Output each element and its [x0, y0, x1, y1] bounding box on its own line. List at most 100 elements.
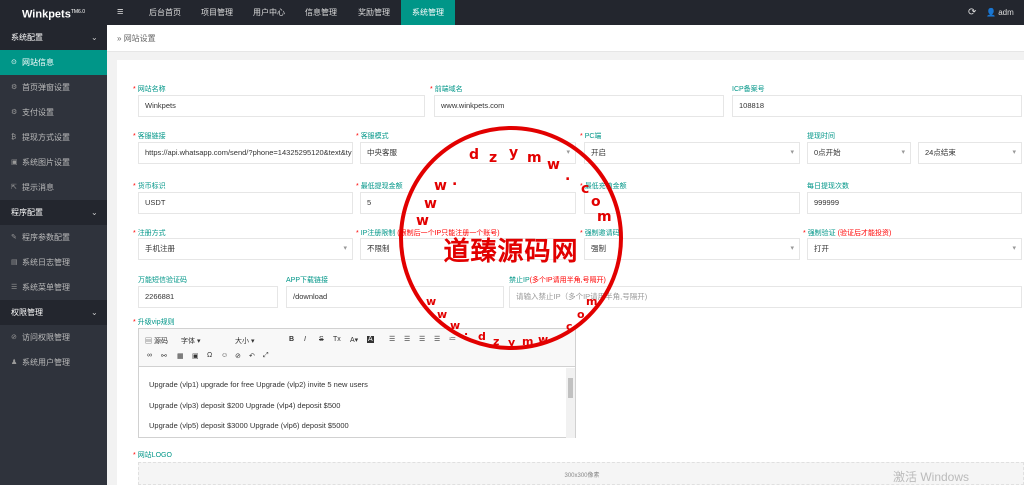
stamp-char: c [581, 181, 590, 197]
sidebar-item-menu-management[interactable]: ☰ 系统菜单管理 [0, 275, 107, 300]
user-icon: 👤 [986, 8, 996, 17]
logo-upload-area[interactable]: 300x300像素 [138, 462, 1024, 485]
undo-icon[interactable]: ↶ [249, 352, 255, 360]
nav-system[interactable]: 系统管理 [401, 0, 455, 25]
nav-users[interactable]: 用户中心 [243, 0, 295, 25]
special-char-icon[interactable]: Ω [207, 352, 212, 359]
user-menu[interactable]: 👤 adm [986, 0, 1014, 25]
size-dropdown[interactable]: 大小 ▾ [235, 336, 254, 346]
editor-content[interactable]: Upgrade (vlp1) upgrade for free Upgrade … [139, 368, 575, 438]
sidebar-item-system-users[interactable]: ♟ 系统用户管理 [0, 350, 107, 375]
sidebar-item-withdraw-settings[interactable]: ₿ 提现方式设置 [0, 125, 107, 150]
source-button[interactable]: ▤ 源码 [145, 336, 168, 346]
link-icon[interactable]: ∞ [147, 352, 152, 359]
fullscreen-icon[interactable]: ⤢ [263, 352, 269, 360]
align-center-icon[interactable]: ☰ [404, 335, 410, 343]
no-entry-icon[interactable]: ⊘ [235, 352, 241, 360]
editor-scrollbar[interactable] [566, 368, 575, 438]
gear-icon: ⚙ [11, 109, 18, 116]
icp-label: ICP备案号 [732, 86, 765, 93]
pc-select[interactable]: 开启 ▾ [584, 142, 800, 164]
unlink-icon[interactable]: ⚯ [161, 352, 167, 360]
reg-mode-select[interactable]: 手机注册 ▾ [138, 238, 353, 260]
refresh-icon[interactable]: ⟳ [968, 0, 976, 25]
currency-input[interactable]: USDT [138, 192, 353, 214]
stamp-text: 道臻源码网 [443, 237, 579, 267]
stamp-char: w [538, 333, 549, 346]
cs-link-label: * 客服链接 [133, 133, 166, 140]
stamp-char: m [527, 150, 542, 166]
strikethrough-icon[interactable]: S [319, 336, 324, 343]
stamp-char: . [565, 168, 571, 184]
windows-activation-watermark: 激活 Windows [893, 470, 970, 484]
universal-code-label: 万能短信验证码 [138, 277, 187, 284]
clear-format-icon[interactable]: Tx [333, 336, 341, 343]
stamp-char: d [469, 147, 480, 163]
stamp-char: w [426, 295, 437, 308]
scrollbar-thumb[interactable] [568, 378, 573, 398]
nav-projects[interactable]: 项目管理 [191, 0, 243, 25]
app-logo[interactable]: WinkpetsTM6.0 [0, 0, 107, 25]
withdraw-end-select[interactable]: 24点结束 ▾ [918, 142, 1022, 164]
image-icon[interactable]: ▣ [192, 352, 199, 360]
nav-home[interactable]: 后台首页 [139, 0, 191, 25]
emoji-icon[interactable]: ☺ [221, 352, 228, 359]
background-color-icon[interactable]: A [367, 336, 374, 343]
sidebar-item-popup-settings[interactable]: ⚙ 首页弹窗设置 [0, 75, 107, 100]
sidebar-item-payment-settings[interactable]: ⚙ 支付设置 [0, 100, 107, 125]
nav-info[interactable]: 信息管理 [295, 0, 347, 25]
icp-input[interactable]: 108818 [732, 95, 1022, 117]
menu-toggle-icon[interactable]: ≡ [117, 0, 123, 25]
breadcrumb-arrow-icon: » [117, 34, 122, 43]
align-right-icon[interactable]: ☰ [419, 335, 425, 343]
stamp-char: d [478, 330, 486, 343]
withdraw-start-select[interactable]: 0点开始 ▾ [807, 142, 911, 164]
sidebar-item-log-management[interactable]: ▤ 系统日志管理 [0, 250, 107, 275]
sidebar: 系统配置 ⌄ ⊙ 网站信息 ⚙ 首页弹窗设置 ⚙ 支付设置 ₿ 提现方式设置 ▣ 系统图片设… [0, 25, 107, 485]
align-left-icon[interactable]: ☰ [389, 335, 395, 343]
ordered-list-icon[interactable]: ≔ [449, 335, 456, 343]
chevron-down-icon: ▾ [343, 245, 347, 252]
export-icon: ⇱ [11, 184, 17, 191]
daily-withdraw-input[interactable]: 999999 [807, 192, 1022, 214]
stamp-char: w [416, 213, 429, 229]
user-icon: ♟ [11, 359, 18, 366]
app-link-label: APP下载链接 [286, 277, 329, 284]
red-stamp-watermark: 道臻源码网 d z y m w . c o m w . w w w w w . … [399, 126, 623, 350]
editor-line: Upgrade (vlp3) deposit $200 Upgrade (vlp… [149, 401, 341, 410]
force-verify-select[interactable]: 打开 ▾ [807, 238, 1022, 260]
bold-icon[interactable]: B [289, 336, 294, 343]
breadcrumb: » 网站设置 [117, 34, 156, 43]
chevron-down-icon: ▾ [901, 149, 905, 156]
chevron-down-icon: ⌄ [91, 308, 98, 317]
nav-rewards[interactable]: 奖励管理 [347, 0, 401, 25]
align-justify-icon[interactable]: ☰ [434, 335, 440, 343]
stamp-char: w [450, 319, 461, 332]
site-name-input[interactable]: Winkpets [138, 95, 425, 117]
universal-code-input[interactable]: 2266881 [138, 286, 278, 308]
sidebar-item-access-control[interactable]: ⊘ 访问权限管理 [0, 325, 107, 350]
stamp-char: w [424, 196, 437, 212]
sidebar-group-permissions[interactable]: 权限管理 ⌄ [0, 300, 107, 325]
sidebar-item-site-info[interactable]: ⊙ 网站信息 [0, 50, 107, 75]
sidebar-item-messages[interactable]: ⇱ 提示消息 [0, 175, 107, 200]
daily-withdraw-label: 每日提现次数 [807, 183, 849, 190]
sidebar-group-system-config[interactable]: 系统配置 ⌄ [0, 25, 107, 50]
stamp-char: . [464, 325, 469, 338]
table-icon[interactable]: ▦ [177, 352, 184, 360]
cs-link-input[interactable]: https://api.whatsapp.com/send/?phone=143… [138, 142, 353, 164]
force-verify-label: * 强制验证 (验证后才能投资) [803, 230, 892, 237]
domain-label: * 前端域名 [430, 86, 463, 93]
chevron-down-icon: ▾ [790, 245, 794, 252]
sidebar-item-program-params[interactable]: ✎ 程序参数配置 [0, 225, 107, 250]
sidebar-group-program-config[interactable]: 程序配置 ⌄ [0, 200, 107, 225]
text-color-icon[interactable]: A▾ [350, 336, 358, 344]
domain-input[interactable]: www.winkpets.com [434, 95, 724, 117]
sidebar-item-image-settings[interactable]: ▣ 系统图片设置 [0, 150, 107, 175]
font-dropdown[interactable]: 字体 ▾ [181, 336, 200, 346]
shield-icon: ⊘ [11, 334, 17, 341]
italic-icon[interactable]: I [304, 336, 306, 343]
document-icon: ▤ [11, 259, 18, 266]
gear-icon: ⚙ [11, 84, 18, 91]
stamp-char: c [566, 320, 573, 333]
